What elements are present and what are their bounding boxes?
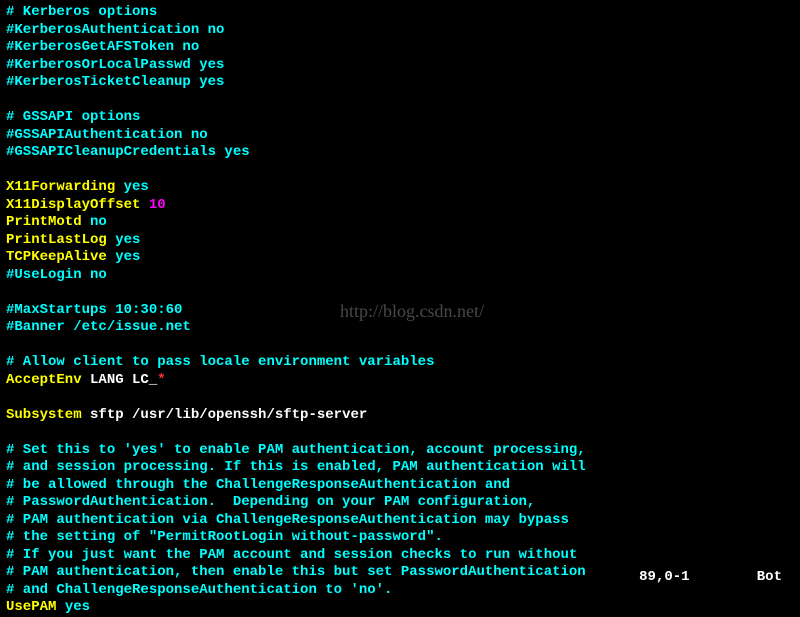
config-token: #KerberosGetAFSToken no xyxy=(6,39,199,55)
config-line: # Set this to 'yes' to enable PAM authen… xyxy=(6,442,794,460)
config-token: yes xyxy=(115,249,140,265)
config-line: #KerberosAuthentication no xyxy=(6,22,794,40)
config-line: # Allow client to pass locale environmen… xyxy=(6,354,794,372)
config-token: # and session processing. If this is ena… xyxy=(6,459,586,475)
config-token: # Set this to 'yes' to enable PAM authen… xyxy=(6,442,586,458)
config-token xyxy=(56,599,64,615)
config-line xyxy=(6,424,794,442)
config-line: #MaxStartups 10:30:60 xyxy=(6,302,794,320)
config-token: #KerberosOrLocalPasswd yes xyxy=(6,57,224,73)
config-token: PrintLastLog xyxy=(6,232,107,248)
config-line: TCPKeepAlive yes xyxy=(6,249,794,267)
config-token: #Banner /etc/issue.net xyxy=(6,319,191,335)
config-token: #GSSAPICleanupCredentials yes xyxy=(6,144,250,160)
file-position: Bot xyxy=(757,569,782,585)
config-token: #GSSAPIAuthentication no xyxy=(6,127,208,143)
config-line: # PAM authentication via ChallengeRespon… xyxy=(6,512,794,530)
config-line: X11DisplayOffset 10 xyxy=(6,197,794,215)
config-token xyxy=(140,197,148,213)
config-line: UsePAM yes xyxy=(6,599,794,617)
config-token: # PasswordAuthentication. Depending on y… xyxy=(6,494,535,510)
config-token: # and ChallengeResponseAuthentication to… xyxy=(6,582,392,598)
config-token: # Allow client to pass locale environmen… xyxy=(6,354,434,370)
config-line: PrintLastLog yes xyxy=(6,232,794,250)
config-line xyxy=(6,162,794,180)
config-token: # PAM authentication via ChallengeRespon… xyxy=(6,512,569,528)
config-line: PrintMotd no xyxy=(6,214,794,232)
config-line: #KerberosTicketCleanup yes xyxy=(6,74,794,92)
config-token: X11DisplayOffset xyxy=(6,197,140,213)
config-token: * xyxy=(157,372,165,388)
config-token: TCPKeepAlive xyxy=(6,249,107,265)
config-token: # If you just want the PAM account and s… xyxy=(6,547,577,563)
config-token: X11Forwarding xyxy=(6,179,115,195)
config-line xyxy=(6,284,794,302)
config-line: Subsystem sftp /usr/lib/openssh/sftp-ser… xyxy=(6,407,794,425)
config-line: #Banner /etc/issue.net xyxy=(6,319,794,337)
config-token: AcceptEnv xyxy=(6,372,82,388)
config-token: yes xyxy=(115,232,140,248)
config-token: #KerberosAuthentication no xyxy=(6,22,224,38)
config-token: # Kerberos options xyxy=(6,4,157,20)
config-line: # PasswordAuthentication. Depending on y… xyxy=(6,494,794,512)
config-token: no xyxy=(90,214,107,230)
config-token: yes xyxy=(124,179,149,195)
config-token: sftp /usr/lib/openssh/sftp-server xyxy=(82,407,368,423)
config-token: UsePAM xyxy=(6,599,56,615)
config-token: # GSSAPI options xyxy=(6,109,140,125)
config-token: # the setting of "PermitRootLogin withou… xyxy=(6,529,443,545)
config-token: #MaxStartups 10:30:60 xyxy=(6,302,182,318)
config-line: AcceptEnv LANG LC_* xyxy=(6,372,794,390)
config-line: #KerberosOrLocalPasswd yes xyxy=(6,57,794,75)
config-token: Subsystem xyxy=(6,407,82,423)
config-line xyxy=(6,337,794,355)
config-line: # and session processing. If this is ena… xyxy=(6,459,794,477)
config-token: LANG LC_ xyxy=(82,372,158,388)
cursor-position: 89,0-1 xyxy=(639,569,689,585)
config-line xyxy=(6,389,794,407)
config-token: #UseLogin no xyxy=(6,267,107,283)
config-token xyxy=(82,214,90,230)
config-token: # PAM authentication, then enable this b… xyxy=(6,564,586,580)
config-line: X11Forwarding yes xyxy=(6,179,794,197)
config-token xyxy=(107,249,115,265)
config-line: # be allowed through the ChallengeRespon… xyxy=(6,477,794,495)
config-line: #GSSAPIAuthentication no xyxy=(6,127,794,145)
config-token: yes xyxy=(65,599,90,615)
terminal-editor-view[interactable]: # Kerberos options #KerberosAuthenticatio… xyxy=(6,4,794,617)
config-token: 10 xyxy=(149,197,166,213)
config-line xyxy=(6,92,794,110)
config-line: #KerberosGetAFSToken no xyxy=(6,39,794,57)
config-token: PrintMotd xyxy=(6,214,82,230)
vim-status-line: 89,0-1 Bot xyxy=(622,551,782,586)
config-line: # Kerberos options xyxy=(6,4,794,22)
config-line: #GSSAPICleanupCredentials yes xyxy=(6,144,794,162)
config-token xyxy=(115,179,123,195)
config-line: # the setting of "PermitRootLogin withou… xyxy=(6,529,794,547)
config-line: #UseLogin no xyxy=(6,267,794,285)
config-token: #KerberosTicketCleanup yes xyxy=(6,74,224,90)
config-line: # GSSAPI options xyxy=(6,109,794,127)
config-token: # be allowed through the ChallengeRespon… xyxy=(6,477,510,493)
config-token xyxy=(107,232,115,248)
